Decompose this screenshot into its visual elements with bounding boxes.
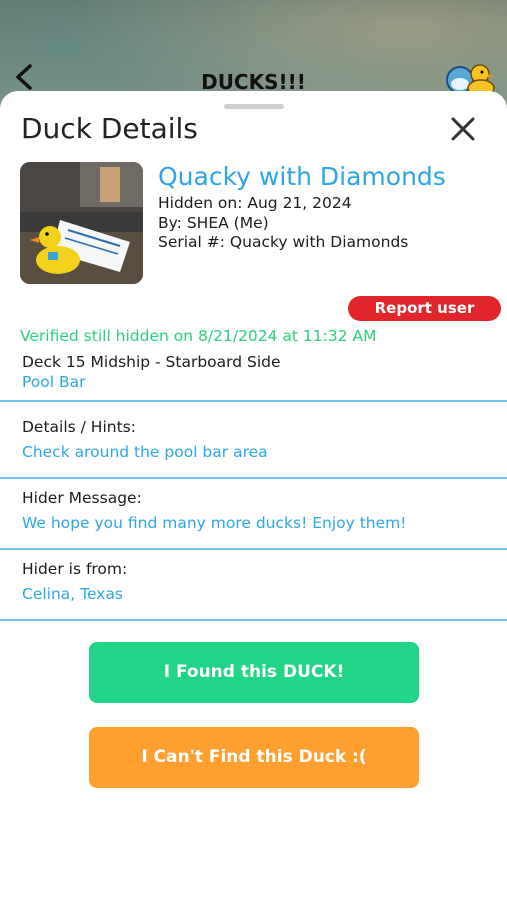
hidden-by-text: By: SHEA (Me) [158,214,269,232]
verified-status: Verified still hidden on 8/21/2024 at 11… [20,327,377,345]
divider [0,400,507,402]
details-hints-value: Check around the pool bar area [22,443,268,461]
hidden-on-text: Hidden on: Aug 21, 2024 [158,194,352,212]
duck-photo [20,162,143,284]
sheet-title: Duck Details [21,112,198,145]
hider-from-label: Hider is from: [22,560,128,578]
serial-text: Serial #: Quacky with Diamonds [158,233,409,251]
location-deck: Deck 15 Midship - Starboard Side [22,353,281,371]
cant-find-duck-button[interactable]: I Can't Find this Duck :( [89,727,419,788]
divider [0,477,507,479]
duck-name: Quacky with Diamonds [158,162,446,191]
divider [0,548,507,550]
close-icon[interactable] [450,116,476,142]
divider [0,619,507,621]
sheet-grabber[interactable] [224,104,284,109]
hider-message-value: We hope you find many more ducks! Enjoy … [22,514,407,532]
report-user-button[interactable]: Report user [348,296,501,321]
details-hints-label: Details / Hints: [22,418,136,436]
location-venue: Pool Bar [22,373,86,391]
hider-from-value: Celina, Texas [22,585,123,603]
hider-message-label: Hider Message: [22,489,142,507]
found-duck-button[interactable]: I Found this DUCK! [89,642,419,703]
